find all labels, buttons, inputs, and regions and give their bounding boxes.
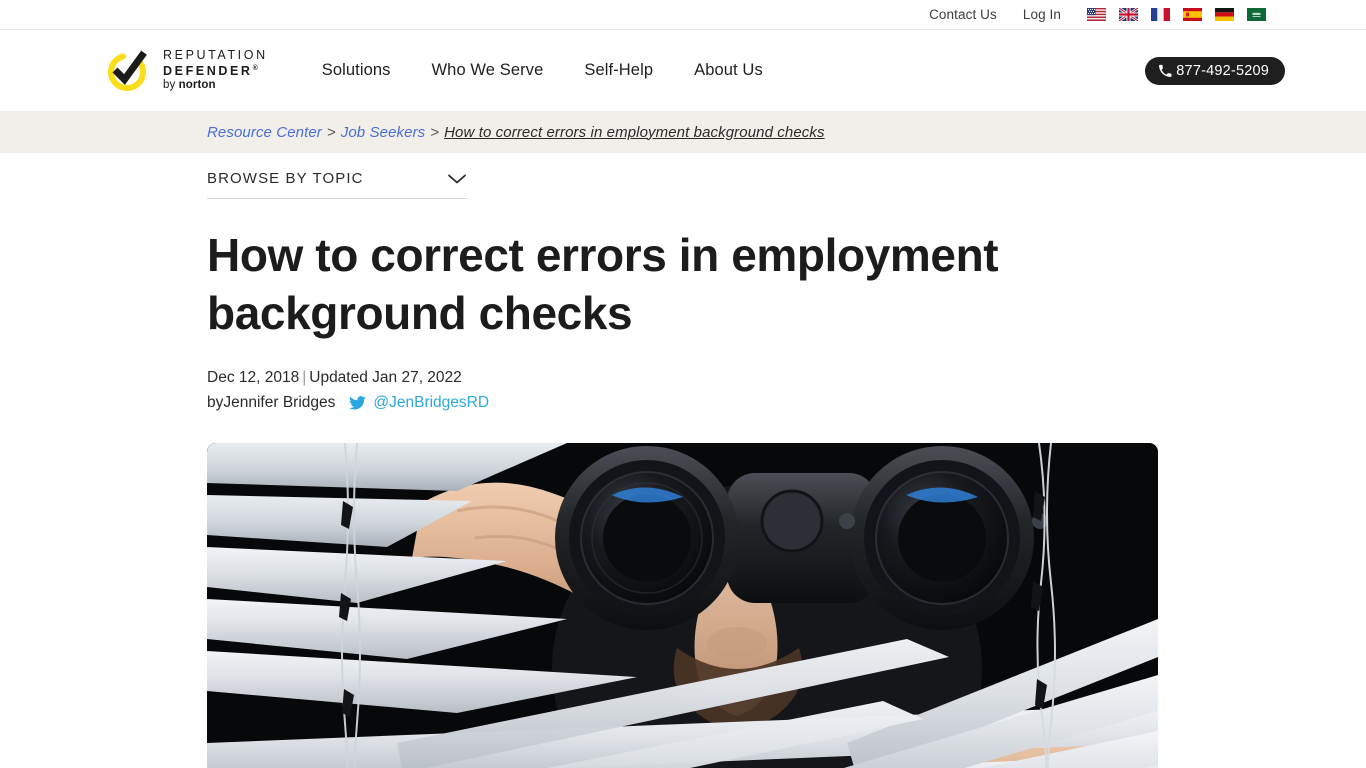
top-utility-bar: Contact Us Log In [0,0,1366,30]
phone-icon [1159,64,1172,77]
site-logo[interactable]: REPUTATION DEFENDER® by norton [104,47,268,95]
article-hero-image [207,443,1158,768]
chevron-down-icon [448,174,466,183]
language-flag-selector [1087,8,1266,21]
flag-germany[interactable] [1215,8,1234,21]
breadcrumb-item-job-seekers[interactable]: Job Seekers [341,124,425,141]
article-dates: Dec 12, 2018 | Updated Jan 27, 2022 [207,366,1159,390]
flag-spain[interactable] [1183,8,1202,21]
logo-wordmark: REPUTATION DEFENDER® by norton [163,49,268,92]
article-meta: Dec 12, 2018 | Updated Jan 27, 2022 by Jen… [207,366,1159,415]
contact-us-link[interactable]: Contact Us [929,8,997,22]
breadcrumb-item-current: How to correct errors in employment back… [444,123,825,141]
nav-about-us[interactable]: About Us [694,61,763,80]
browse-by-topic-dropdown[interactable]: BROWSE BY TOPIC [207,170,467,199]
twitter-handle-link[interactable]: @JenBridgesRD [373,391,489,415]
flag-france[interactable] [1151,8,1170,21]
reputation-defender-check-logo-icon [108,50,147,91]
flag-saudi-arabia[interactable] [1247,8,1266,21]
author-prefix: by [207,394,224,411]
meta-separator: | [302,369,307,386]
breadcrumb-band: Resource Center > Job Seekers > How to corre… [0,111,1366,153]
page-title: How to correct errors in employment back… [207,229,999,339]
nav-solutions[interactable]: Solutions [322,61,391,80]
article-page: BROWSE BY TOPIC How to correct errors in… [0,170,1366,768]
published-date: Dec 12, 2018 [207,369,300,386]
hero-illustration-binoculars-through-blinds [207,443,1158,768]
nav-who-we-serve[interactable]: Who We Serve [432,61,544,80]
breadcrumb-separator: > [430,123,440,141]
logo-line-reputation: REPUTATION [163,48,268,63]
site-header: REPUTATION DEFENDER® by norton Solutions… [0,30,1366,111]
logo-line-by-norton: by norton [163,79,216,92]
flag-united-states[interactable] [1087,8,1106,21]
breadcrumb-item-resource-center[interactable]: Resource Center [207,124,322,141]
twitter-icon [349,396,367,410]
log-in-link[interactable]: Log In [1023,8,1061,22]
article-byline: by Jennifer Bridges @JenBridgesRD [207,391,1159,415]
nav-self-help[interactable]: Self-Help [584,61,653,80]
breadcrumb: Resource Center > Job Seekers > How to corre… [207,124,825,141]
updated-date: Updated Jan 27, 2022 [309,369,462,386]
breadcrumb-separator: > [326,123,336,141]
main-navigation: Solutions Who We Serve Self-Help About U… [322,61,804,80]
logo-line-defender: DEFENDER® [163,63,258,78]
author-name: Jennifer Bridges [223,394,336,411]
phone-number-button[interactable]: 877-492-5209 [1145,56,1285,85]
flag-united-kingdom[interactable] [1119,8,1138,21]
browse-by-topic-label: BROWSE BY TOPIC [207,170,364,187]
phone-number-label: 877-492-5209 [1176,62,1269,79]
